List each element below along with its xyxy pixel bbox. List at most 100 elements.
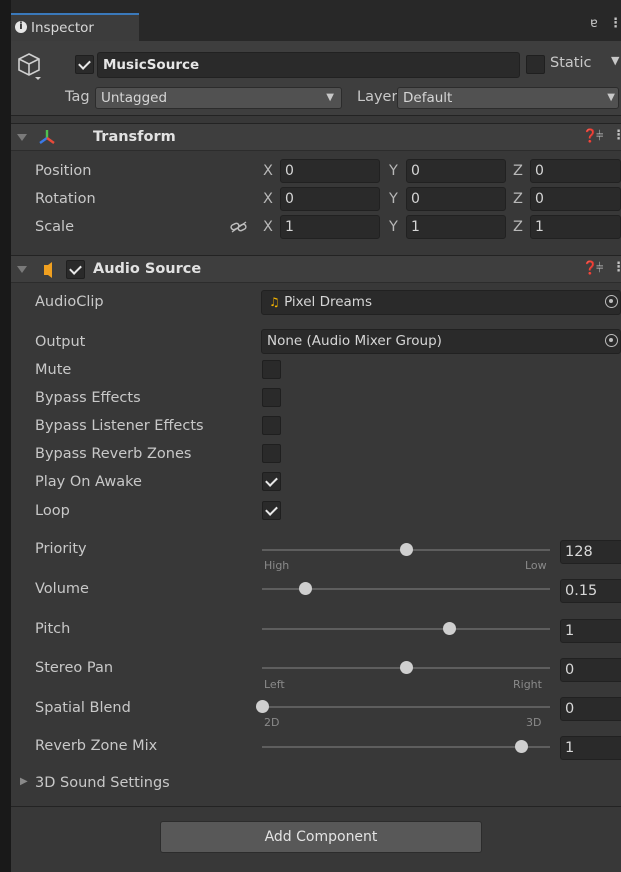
bypass-reverb-zones-checkbox[interactable]: [262, 444, 281, 463]
priority-slider-handle[interactable]: [399, 543, 413, 556]
output-picker-icon[interactable]: [605, 334, 618, 347]
tag-dropdown-arrow-icon: ▼: [326, 92, 334, 103]
play-on-awake-label: Play On Awake: [35, 474, 142, 490]
audioclip-field[interactable]: ♫ Pixel Dreams: [261, 290, 621, 315]
audio-component-menu-icon[interactable]: ⋮: [612, 260, 621, 275]
gameobject-active-checkbox[interactable]: [75, 55, 94, 74]
layer-dropdown[interactable]: Default ▼: [397, 87, 619, 109]
tag-dropdown[interactable]: Untagged ▼: [95, 87, 342, 109]
component-menu-icon[interactable]: ⋮: [612, 128, 621, 143]
speaker-icon: [44, 262, 52, 278]
constrain-proportions-icon[interactable]: [230, 221, 248, 233]
stereo-pan-slider-handle[interactable]: [399, 661, 413, 674]
spatial-blend-label: Spatial Blend: [35, 700, 131, 716]
transform-fold-icon[interactable]: [17, 134, 27, 141]
position-y-label: Y: [389, 163, 398, 179]
bypass-effects-label: Bypass Effects: [35, 390, 141, 406]
kebab-menu-icon[interactable]: ⋮: [609, 16, 621, 31]
loop-label: Loop: [35, 503, 70, 519]
tag-label: Tag: [65, 89, 90, 105]
reverb-zone-mix-value-field[interactable]: 1: [560, 736, 621, 760]
inspector-window: i Inspector ɐ ⋮ MusicSource Static ▼ Tag…: [11, 0, 621, 872]
add-component-button[interactable]: Add Component: [160, 821, 482, 853]
pitch-value-field[interactable]: 1: [560, 619, 621, 643]
transform-header[interactable]: Transform ❓ ⫩ ⋮: [11, 123, 621, 151]
pitch-label: Pitch: [35, 621, 71, 637]
pitch-slider-handle[interactable]: [442, 622, 456, 635]
audio-source-header[interactable]: Audio Source ❓ ⫩ ⋮: [11, 255, 621, 283]
spatial-blend-slider-handle[interactable]: [255, 700, 269, 713]
output-value: None (Audio Mixer Group): [267, 333, 442, 349]
reverb-zone-mix-slider-track[interactable]: [262, 746, 550, 748]
tab-inspector-label: Inspector: [31, 20, 94, 36]
info-icon: i: [15, 21, 27, 33]
gameobject-name-field[interactable]: MusicSource: [97, 52, 520, 78]
scale-z-field[interactable]: 1: [530, 215, 621, 239]
reverb-zone-mix-label: Reverb Zone Mix: [35, 738, 158, 754]
volume-slider-handle[interactable]: [298, 582, 312, 595]
audioclip-value: Pixel Dreams: [284, 294, 372, 310]
spatial-blend-max-label: 3D: [526, 716, 542, 729]
rotation-x-label: X: [263, 191, 273, 207]
mute-checkbox[interactable]: [262, 360, 281, 379]
layer-label: Layer: [357, 89, 398, 105]
music-note-icon: ♫: [269, 295, 280, 309]
output-field[interactable]: None (Audio Mixer Group): [261, 329, 621, 354]
tag-value: Untagged: [101, 90, 168, 106]
stereo-pan-value-field[interactable]: 0: [560, 658, 621, 682]
position-x-label: X: [263, 163, 273, 179]
lock-icon[interactable]: ɐ: [590, 16, 598, 31]
rotation-y-label: Y: [389, 191, 398, 207]
pitch-slider-track[interactable]: [262, 628, 550, 630]
spatial-blend-min-label: 2D: [264, 716, 280, 729]
audio-source-fold-icon[interactable]: [17, 266, 27, 273]
position-label: Position: [35, 163, 92, 179]
loop-checkbox[interactable]: [262, 501, 281, 520]
audio-source-title: Audio Source: [93, 261, 202, 277]
audio-preset-icon[interactable]: ⫩: [596, 261, 603, 276]
play-on-awake-checkbox[interactable]: [262, 472, 281, 491]
spatial-blend-slider-track[interactable]: [262, 706, 550, 708]
preset-icon[interactable]: ⫩: [596, 129, 603, 144]
bypass-listener-effects-label: Bypass Listener Effects: [35, 418, 204, 434]
priority-min-label: High: [264, 559, 290, 572]
layer-dropdown-arrow-icon: ▼: [607, 92, 615, 103]
static-dropdown-icon[interactable]: ▼: [611, 54, 619, 67]
output-label: Output: [35, 334, 86, 350]
scale-label: Scale: [35, 219, 75, 235]
scale-x-field[interactable]: 1: [280, 215, 380, 239]
position-z-field[interactable]: 0: [530, 159, 621, 183]
priority-value-field[interactable]: 128: [560, 540, 621, 564]
bypass-reverb-zones-label: Bypass Reverb Zones: [35, 446, 192, 462]
spatial-blend-value-field[interactable]: 0: [560, 697, 621, 721]
stereo-pan-min-label: Left: [264, 678, 285, 691]
3d-sound-settings-label: 3D Sound Settings: [35, 775, 170, 791]
static-label: Static: [550, 55, 592, 71]
rotation-z-field[interactable]: 0: [530, 187, 621, 211]
bypass-listener-effects-checkbox[interactable]: [262, 416, 281, 435]
transform-title: Transform: [93, 129, 176, 145]
rotation-z-label: Z: [513, 191, 523, 207]
bypass-effects-checkbox[interactable]: [262, 388, 281, 407]
rotation-label: Rotation: [35, 191, 96, 207]
position-y-field[interactable]: 0: [406, 159, 506, 183]
stereo-pan-label: Stereo Pan: [35, 660, 114, 676]
scale-x-label: X: [263, 219, 273, 235]
scale-y-label: Y: [389, 219, 398, 235]
rotation-y-field[interactable]: 0: [406, 187, 506, 211]
tab-inspector[interactable]: i Inspector: [11, 13, 139, 41]
position-x-field[interactable]: 0: [280, 159, 380, 183]
static-checkbox[interactable]: [526, 55, 545, 74]
scale-y-field[interactable]: 1: [406, 215, 506, 239]
reverb-zone-mix-slider-handle[interactable]: [514, 740, 528, 753]
priority-label: Priority: [35, 541, 87, 557]
volume-label: Volume: [35, 581, 89, 597]
volume-value-field[interactable]: 0.15: [560, 579, 621, 603]
audio-source-enabled-checkbox[interactable]: [66, 260, 85, 279]
tab-bar: i Inspector ɐ ⋮: [11, 0, 621, 41]
rotation-x-field[interactable]: 0: [280, 187, 380, 211]
gameobject-cube-icon[interactable]: [16, 51, 42, 81]
audioclip-picker-icon[interactable]: [605, 295, 618, 308]
3d-sound-settings-foldout[interactable]: ▶ 3D Sound Settings: [11, 774, 311, 796]
audioclip-label: AudioClip: [35, 294, 104, 310]
